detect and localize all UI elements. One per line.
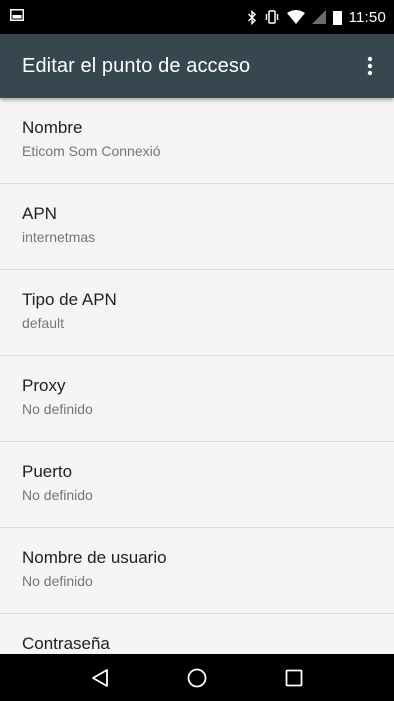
setting-summary: Eticom Som Connexió — [22, 143, 161, 159]
setting-item-apn[interactable]: APN internetmas — [0, 184, 394, 270]
app-bar: Editar el punto de acceso — [0, 34, 394, 98]
navigation-bar — [0, 654, 394, 701]
setting-item-nombre-usuario[interactable]: Nombre de usuario No definido — [0, 528, 394, 614]
status-bar: 11:50 — [0, 0, 394, 34]
setting-item-nombre[interactable]: Nombre Eticom Som Connexió — [0, 98, 394, 184]
battery-icon — [332, 10, 342, 25]
vibrate-icon — [264, 10, 280, 24]
setting-title: Nombre de usuario — [22, 548, 167, 567]
recents-icon[interactable] — [274, 658, 314, 698]
setting-summary: internetmas — [22, 229, 96, 245]
setting-item-contrasena[interactable]: Contraseña — [0, 614, 394, 654]
setting-item-tipo-apn[interactable]: Tipo de APN default — [0, 270, 394, 356]
setting-title: Nombre — [22, 118, 83, 137]
setting-summary: No definido — [22, 573, 93, 589]
screenshot-icon — [10, 8, 24, 26]
setting-title: Contraseña — [22, 634, 110, 653]
setting-title: Tipo de APN — [22, 290, 117, 309]
phone-screen: 11:50 Editar el punto de acceso Nombre E… — [0, 0, 394, 701]
setting-summary: No definido — [22, 487, 93, 503]
setting-title: Puerto — [22, 462, 73, 481]
setting-title: APN — [22, 204, 57, 223]
back-icon[interactable] — [80, 658, 120, 698]
setting-summary: default — [22, 315, 65, 331]
wifi-icon — [286, 10, 305, 24]
bluetooth-icon — [247, 9, 257, 25]
settings-list: Nombre Eticom Som Connexió APN internetm… — [0, 98, 394, 654]
page-title: Editar el punto de acceso — [22, 54, 251, 77]
setting-item-proxy[interactable]: Proxy No definido — [0, 356, 394, 442]
setting-summary: No definido — [22, 401, 93, 417]
setting-title: Proxy — [22, 376, 66, 395]
setting-item-puerto[interactable]: Puerto No definido — [0, 442, 394, 528]
home-icon[interactable] — [177, 658, 217, 698]
clock: 11:50 — [348, 8, 386, 26]
more-vert-icon[interactable] — [358, 50, 382, 82]
signal-icon — [311, 10, 326, 24]
